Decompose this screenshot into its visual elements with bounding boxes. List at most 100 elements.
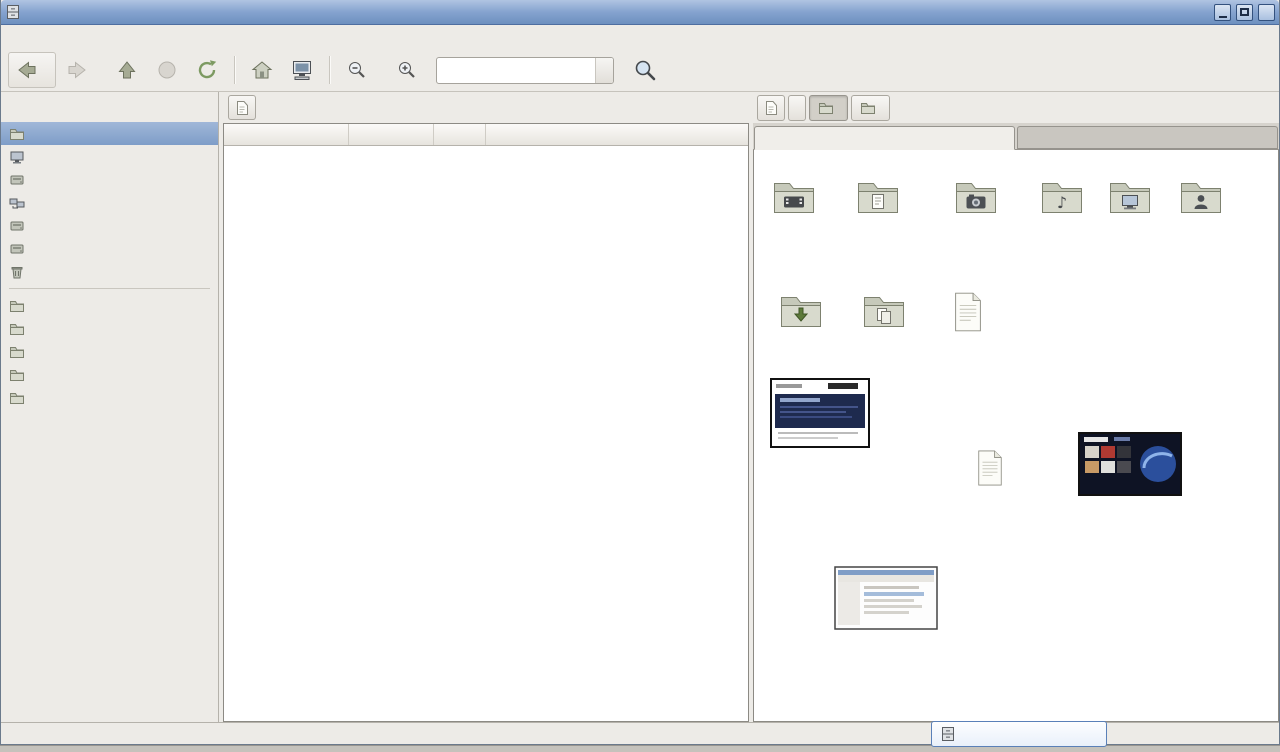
icon-view-item-list[interactable] [950,446,1030,493]
search-button[interactable] [626,52,664,88]
list-pane-location-bar [223,92,749,123]
forward-button[interactable] [58,52,106,88]
folder-icon [9,344,25,360]
folder-icon [9,321,25,337]
location-button[interactable] [228,95,256,120]
main-area: ♪ [1,92,1279,722]
icon-view-item-templates[interactable] [844,288,924,339]
tab-ash[interactable] [754,126,1015,150]
file-icon [970,446,1010,490]
zoom-out-button[interactable] [338,52,376,88]
home-button[interactable] [243,52,281,88]
maximize-button[interactable] [1236,4,1253,21]
icon-view-pane: ♪ [753,92,1279,722]
zoom-out-icon [345,58,369,82]
home-icon [250,58,274,82]
tab-plot[interactable] [1017,126,1278,149]
icon-view-item-snimka2[interactable] [768,378,872,451]
icon-view-item-desktop[interactable] [1090,174,1170,225]
sidebar-header [1,92,218,122]
folder-templates-icon [860,288,908,336]
folder-music-icon: ♪ [1038,174,1086,222]
icon-grid: ♪ [753,150,1279,722]
stop-icon [155,58,179,82]
sidebar-item-filesystem[interactable] [1,168,218,191]
computer-button[interactable] [283,52,321,88]
back-arrow-icon [15,58,39,82]
folder-icon [9,367,25,383]
folder-icon [818,100,834,116]
document-icon [763,100,779,116]
location-icon-button[interactable] [757,95,785,121]
desktop: ♪ [0,0,1280,752]
sidebar-item-ash[interactable] [1,122,218,145]
image-thumbnail [770,378,870,448]
up-button[interactable] [108,52,146,88]
search-icon [633,58,657,82]
disk-icon [9,172,25,188]
image-thumbnail [1078,432,1182,496]
network-icon [9,195,25,211]
titlebar[interactable] [1,0,1279,25]
taskbar-window-button[interactable] [931,721,1107,747]
icon-view-item-new-file[interactable] [928,288,1008,339]
sidebar-item-trash[interactable] [1,260,218,283]
sidebar-item-desktop[interactable] [1,145,218,168]
sidebar-item-filesystem-210mb[interactable] [1,214,218,237]
file-list [223,123,749,722]
icon-view-item-video[interactable] [754,174,834,225]
trash-icon [9,264,25,280]
zoom-in-button[interactable] [388,52,426,88]
window-menu-icon[interactable] [5,4,21,20]
places-list [1,122,218,409]
list-view-pane [223,92,749,722]
reload-icon [195,58,219,82]
toolbar-separator [234,56,235,84]
column-header-name[interactable] [224,124,349,145]
icon-view-item-snimka1[interactable] [834,566,938,633]
back-button[interactable] [8,52,56,88]
sidebar-item-network[interactable] [1,191,218,214]
tab-bar [753,123,1279,150]
toolbar [1,49,1279,92]
folder-documents-icon [854,174,902,222]
folder-icon [860,100,876,116]
disk-icon [9,218,25,234]
reload-button[interactable] [188,52,226,88]
view-mode-select[interactable] [436,57,614,84]
path-button-home[interactable] [788,95,806,121]
close-button[interactable] [1258,4,1275,21]
column-header-size[interactable] [349,124,434,145]
icon-view-item-downloads[interactable] [761,288,841,339]
column-headers [224,124,748,146]
icon-view-item-snimka[interactable] [1078,432,1182,499]
column-header-date[interactable] [486,124,748,145]
image-thumbnail [834,566,938,630]
window-icon [940,726,956,742]
icon-view-item-documents[interactable] [838,174,918,225]
folder-images-icon [952,174,1000,222]
sidebar-separator [9,288,210,289]
icon-view-item-public[interactable] [1159,174,1243,225]
stop-button[interactable] [148,52,186,88]
path-button-desktop[interactable] [851,95,890,121]
sidebar-item-video[interactable] [1,363,218,386]
sidebar-item-documents[interactable] [1,294,218,317]
desktop-icon [9,149,25,165]
column-header-type[interactable] [434,124,486,145]
sidebar-item-downloads[interactable] [1,386,218,409]
icon-view-item-images[interactable] [936,174,1016,225]
sidebar-item-music[interactable] [1,317,218,340]
menubar [1,25,1279,49]
places-sidebar [1,92,219,722]
up-arrow-icon [115,58,139,82]
toolbar-separator [329,56,330,84]
minimize-button[interactable] [1214,4,1231,21]
disk-icon [9,241,25,257]
folder-downloads-icon [777,288,825,336]
sidebar-item-encrypted-80gb[interactable] [1,237,218,260]
path-button-ash[interactable] [809,95,848,121]
window-controls [1214,4,1275,21]
sidebar-item-images[interactable] [1,340,218,363]
computer-icon [290,58,314,82]
